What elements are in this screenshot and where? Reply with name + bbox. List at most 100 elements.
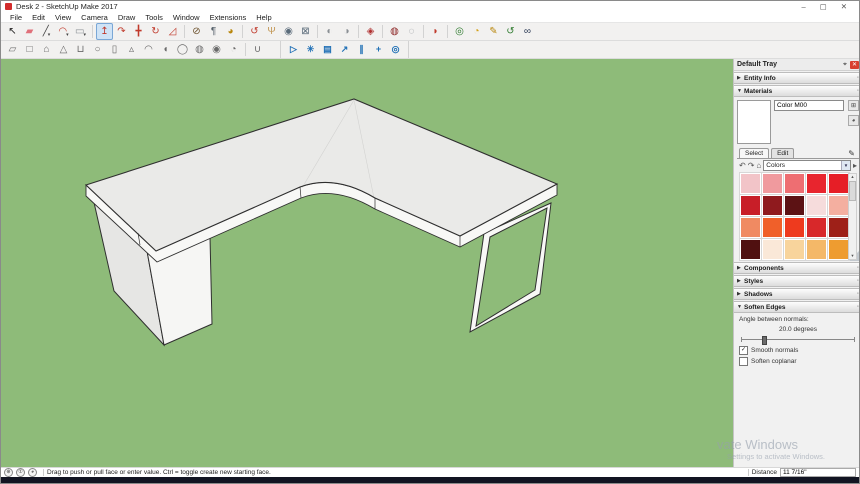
sample-paint-icon[interactable]: ✎	[848, 149, 857, 158]
make-component-tool[interactable]: ◈	[362, 23, 379, 40]
play-button[interactable]: ▷	[285, 41, 302, 58]
scale-tool[interactable]: ◿	[164, 23, 181, 40]
color-swatch-16[interactable]	[762, 239, 783, 260]
dropdown-caret-icon[interactable]: ▾	[83, 32, 86, 39]
color-swatch-6[interactable]	[762, 195, 783, 216]
section-soften-edges[interactable]: ▼ Soften Edges ◦	[734, 301, 860, 313]
rotate-tool[interactable]: ↻	[147, 23, 164, 40]
shape-sphere-tool[interactable]: ◉	[208, 41, 225, 58]
menu-file[interactable]: File	[5, 13, 27, 22]
shape-pentagon-tool[interactable]: ⌂	[38, 41, 55, 58]
shape-globe-tool[interactable]: ◍	[191, 41, 208, 58]
report-button[interactable]: ▤	[319, 41, 336, 58]
pan-tool[interactable]: Ψ	[263, 23, 280, 40]
section-options-button[interactable]: ◦	[857, 265, 859, 271]
menu-help[interactable]: Help	[251, 13, 276, 22]
rectangle-tool[interactable]: ▭▾	[72, 23, 89, 40]
angle-slider[interactable]	[741, 335, 855, 343]
color-swatch-17[interactable]	[784, 239, 805, 260]
scroll-up-icon[interactable]: ▲	[851, 174, 855, 180]
add-location-tool[interactable]: ◔	[468, 23, 485, 40]
color-swatch-11[interactable]	[762, 217, 783, 238]
magnet-tool[interactable]: ∪	[249, 41, 266, 58]
section-entity-info[interactable]: ▶ Entity Info ◦	[734, 72, 860, 84]
follow-me-tool[interactable]: ↷	[113, 23, 130, 40]
settings-button[interactable]: ✳	[302, 41, 319, 58]
material-name-input[interactable]	[774, 100, 844, 111]
color-swatch-13[interactable]	[806, 217, 827, 238]
shape-cylinder-tool[interactable]: ▯	[106, 41, 123, 58]
color-swatch-4[interactable]	[828, 173, 849, 194]
arc-tool[interactable]: ◠▾	[55, 23, 72, 40]
tray-close-icon[interactable]: ✕	[850, 61, 859, 69]
claim-credit-icon[interactable]: ◕	[28, 468, 37, 477]
collection-dropdown[interactable]: Colors ▼	[763, 160, 851, 171]
section-shadows[interactable]: ▶ Shadows ◦	[734, 288, 860, 300]
wheel-button[interactable]: ◎	[387, 41, 404, 58]
menu-view[interactable]: View	[50, 13, 76, 22]
menu-draw[interactable]: Draw	[113, 13, 141, 22]
color-swatch-14[interactable]	[828, 217, 849, 238]
purge-model-tool[interactable]: ↺	[502, 23, 519, 40]
menu-window[interactable]: Window	[168, 13, 205, 22]
text-tool[interactable]: ¶	[205, 23, 222, 40]
section-styles[interactable]: ▶ Styles ◦	[734, 275, 860, 287]
menu-camera[interactable]: Camera	[76, 13, 113, 22]
tab-edit[interactable]: Edit	[771, 148, 794, 158]
zoom-tool[interactable]: ◉	[280, 23, 297, 40]
shape-cup-tool[interactable]: ⊔	[72, 41, 89, 58]
shape-dome-tool[interactable]: ◠	[140, 41, 157, 58]
share-model-tool[interactable]: ◌	[403, 23, 420, 40]
export-button[interactable]: ↗	[336, 41, 353, 58]
shape-cone-tool[interactable]: △	[55, 41, 72, 58]
color-swatch-19[interactable]	[828, 239, 849, 260]
desk-model-canvas[interactable]	[1, 59, 733, 467]
material-preview[interactable]	[737, 100, 771, 144]
section-options-button[interactable]: ◦	[857, 304, 859, 310]
color-swatch-5[interactable]	[740, 195, 761, 216]
section-options-button[interactable]: ◦	[857, 291, 859, 297]
push-pull-tool[interactable]: ↥	[96, 23, 113, 40]
chevron-down-icon[interactable]: ▼	[841, 161, 850, 170]
eraser-tool[interactable]: ▰	[21, 23, 38, 40]
soften-coplanar-checkbox[interactable]	[739, 357, 748, 366]
styles-tool[interactable]: ✎	[485, 23, 502, 40]
minimize-button[interactable]: –	[801, 3, 805, 11]
next-view-tool[interactable]: ◑	[338, 23, 355, 40]
maximize-button[interactable]: ▢	[820, 3, 827, 11]
back-arrow-icon[interactable]: ↶	[739, 161, 746, 170]
color-swatch-3[interactable]	[806, 173, 827, 194]
credits-icon[interactable]: ①	[16, 468, 25, 477]
slider-handle[interactable]	[762, 336, 767, 345]
color-swatch-18[interactable]	[806, 239, 827, 260]
scroll-down-icon[interactable]: ▼	[851, 253, 855, 259]
pin-icon[interactable]: ⌖	[843, 61, 847, 69]
color-swatch-9[interactable]	[828, 195, 849, 216]
palette-scrollbar[interactable]: ▲ ▼	[848, 173, 857, 260]
section-materials[interactable]: ▼ Materials ◦	[734, 85, 860, 97]
in-model-icon[interactable]: ⌂	[756, 161, 761, 170]
3d-warehouse-tool[interactable]: ◍	[386, 23, 403, 40]
add-button[interactable]: +	[370, 41, 387, 58]
details-arrow-button[interactable]: ▸	[853, 161, 857, 170]
section-options-button[interactable]: ◦	[857, 75, 859, 81]
paint-bucket-tool[interactable]: ◕	[222, 23, 239, 40]
color-swatch-7[interactable]	[784, 195, 805, 216]
shape-bucket-tool[interactable]: ▱	[4, 41, 21, 58]
line-tool[interactable]: ╱▾	[38, 23, 55, 40]
move-tool[interactable]: ╋	[130, 23, 147, 40]
color-swatch-1[interactable]	[762, 173, 783, 194]
select-tool[interactable]: ↖	[4, 23, 21, 40]
zoom-extents-tool[interactable]: ⊠	[297, 23, 314, 40]
forward-arrow-icon[interactable]: ↷	[748, 161, 755, 170]
previous-view-tool[interactable]: ◐	[321, 23, 338, 40]
search-tool[interactable]: ∞	[519, 23, 536, 40]
close-button[interactable]: ✕	[841, 3, 847, 11]
color-swatch-0[interactable]	[740, 173, 761, 194]
orbit-tool[interactable]: ↺	[246, 23, 263, 40]
scrollbar-thumb[interactable]	[849, 181, 856, 201]
shape-circle-tool[interactable]: ○	[89, 41, 106, 58]
section-options-button[interactable]: ◦	[857, 278, 859, 284]
menu-edit[interactable]: Edit	[27, 13, 50, 22]
shape-ellipse-tool[interactable]: ◯	[174, 41, 191, 58]
